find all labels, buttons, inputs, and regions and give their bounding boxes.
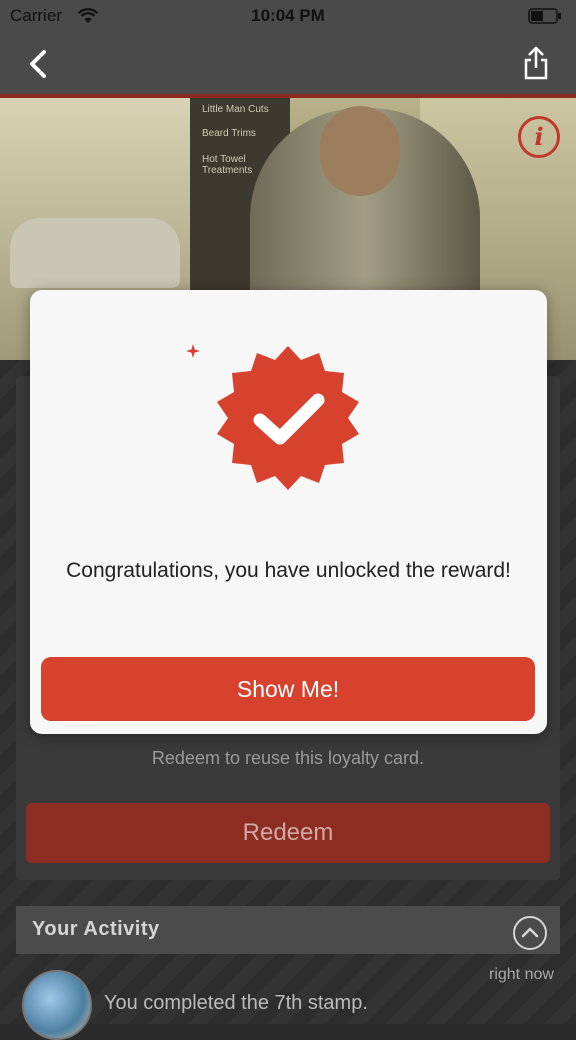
reward-message: Congratulations, you have unlocked the r… (66, 559, 511, 582)
status-bar: Carrier 10:04 PM (0, 0, 576, 32)
avatar (22, 970, 92, 1040)
checkmark-badge-icon (217, 346, 359, 490)
redeem-button[interactable]: Redeem (26, 803, 550, 863)
back-button[interactable] (22, 44, 58, 84)
clock: 10:04 PM (251, 6, 325, 25)
activity-timestamp: right now (489, 966, 554, 983)
activity-title: Your Activity (32, 918, 160, 940)
chevron-left-icon (30, 50, 46, 78)
share-button[interactable] (516, 44, 556, 84)
info-icon[interactable]: i (518, 116, 560, 158)
sign-line: Beard Trims (202, 128, 256, 139)
parked-car (10, 218, 180, 288)
sparkle-icon (186, 344, 200, 358)
sign-line: Little Man Cuts (202, 104, 269, 115)
chevron-up-icon (521, 927, 539, 938)
share-icon (524, 46, 548, 80)
navigation-bar (0, 32, 576, 94)
show-me-button[interactable]: Show Me! (41, 657, 535, 721)
battery-icon (528, 8, 561, 24)
redeem-hint: Redeem to reuse this loyalty card. (151, 748, 425, 768)
activity-item-text: You completed the 7th stamp. (104, 992, 368, 1014)
barber-head (320, 106, 400, 196)
collapse-activity-button[interactable] (513, 916, 547, 950)
